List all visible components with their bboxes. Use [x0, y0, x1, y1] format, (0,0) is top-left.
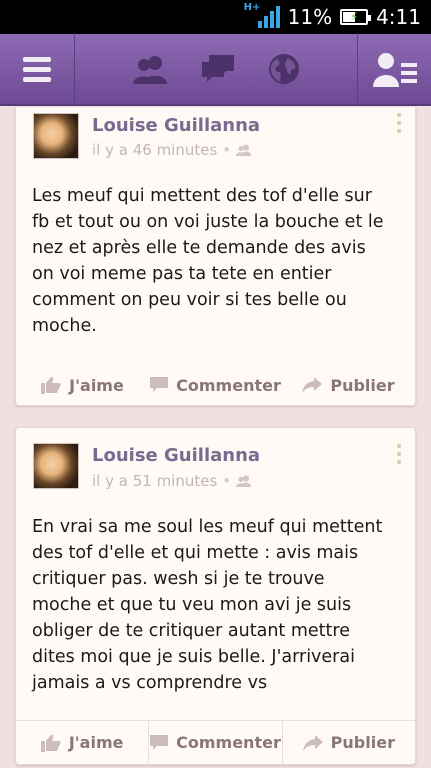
comment-button[interactable]: Commenter	[149, 363, 282, 407]
share-button[interactable]: Publier	[282, 363, 415, 407]
post-author[interactable]: Louise Guillanna	[92, 115, 260, 136]
like-label: J'aime	[69, 375, 124, 395]
share-button[interactable]: Publier	[281, 721, 415, 764]
friends-icon[interactable]	[132, 54, 168, 84]
post-text: Les meuf qui mettent des tof d'elle sur …	[32, 186, 384, 336]
nav-jewels	[75, 53, 357, 85]
post-card: Louise Guillanna il y a 51 minutes • En …	[15, 427, 416, 765]
post-actions: J'aime Commenter Publier	[16, 363, 415, 407]
like-button[interactable]: J'aime	[16, 721, 148, 764]
thumbs-up-icon	[40, 734, 61, 752]
status-bar: H+ 11% ⚡ 4:11	[0, 0, 431, 34]
battery-icon: ⚡	[340, 9, 372, 25]
clock: 4:11	[376, 5, 421, 29]
friends-icon	[236, 475, 252, 487]
signal-icon: H+	[244, 2, 280, 28]
menu-icon	[23, 56, 51, 82]
friend-list-button[interactable]	[357, 33, 431, 105]
share-arrow-icon	[302, 377, 323, 393]
friend-list-icon	[372, 53, 417, 87]
post-actions: J'aime Commenter Publier	[16, 720, 415, 764]
comment-label: Commenter	[176, 375, 281, 395]
avatar[interactable]	[33, 443, 79, 489]
notifications-globe-icon[interactable]	[268, 53, 300, 85]
post-meta: il y a 51 minutes •	[92, 472, 252, 490]
share-label: Publier	[330, 375, 395, 395]
network-type: H+	[243, 2, 261, 13]
post-card: Louise Guillanna il y a 46 minutes • Les…	[15, 106, 416, 406]
like-label: J'aime	[68, 733, 124, 752]
post-meta: il y a 46 minutes •	[92, 141, 252, 159]
avatar[interactable]	[33, 113, 79, 159]
comment-icon	[150, 734, 169, 750]
post-options-icon[interactable]	[397, 444, 401, 464]
thumbs-up-icon	[41, 376, 61, 394]
like-button[interactable]: J'aime	[16, 363, 149, 407]
post-time[interactable]: il y a 51 minutes	[92, 472, 217, 490]
comment-button[interactable]: Commenter	[148, 721, 281, 764]
top-navigation-bar	[0, 33, 431, 106]
comment-icon	[150, 377, 169, 392]
post-text: En vrai sa me soul les meuf qui mettent …	[32, 517, 383, 693]
friends-icon	[236, 144, 252, 156]
messages-icon[interactable]	[200, 53, 236, 85]
share-arrow-icon	[302, 734, 323, 751]
battery-percent: 11%	[287, 5, 333, 29]
post-time[interactable]: il y a 46 minutes	[92, 141, 217, 159]
menu-button[interactable]	[0, 33, 75, 105]
post-author[interactable]: Louise Guillanna	[92, 445, 260, 466]
share-label: Publier	[330, 733, 395, 752]
post-options-icon[interactable]	[397, 113, 401, 133]
comment-label: Commenter	[176, 733, 281, 752]
